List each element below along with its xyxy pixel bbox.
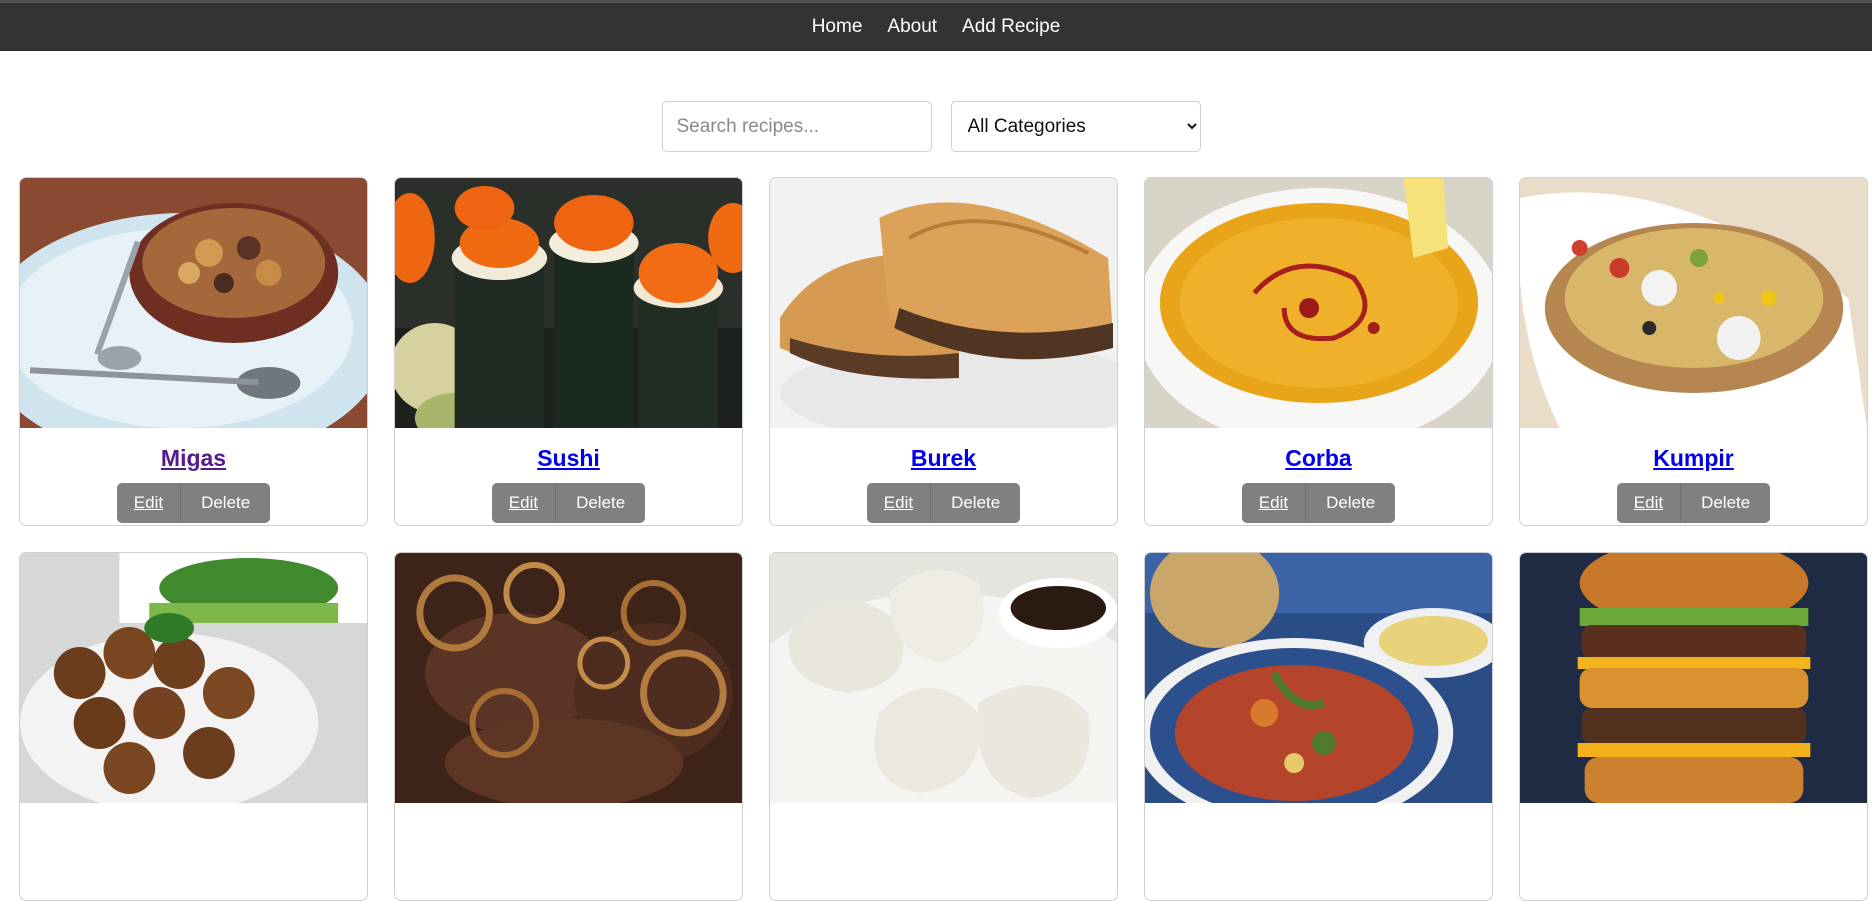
recipe-card: Corba Edit Delete	[1144, 177, 1493, 526]
recipe-card: Sushi Edit Delete	[394, 177, 743, 526]
recipe-title-link[interactable]: Corba	[1145, 445, 1492, 472]
search-input[interactable]	[661, 101, 932, 152]
edit-button[interactable]: Edit	[116, 483, 181, 523]
search-controls: All Categories	[0, 101, 1872, 152]
delete-button[interactable]: Delete	[1305, 483, 1396, 523]
recipe-card	[769, 552, 1118, 901]
edit-button[interactable]: Edit	[491, 483, 556, 523]
recipe-title-link[interactable]: Migas	[20, 445, 367, 472]
card-actions: Edit Delete	[20, 483, 367, 523]
recipe-image-burger[interactable]	[1520, 553, 1867, 803]
recipe-card: Migas Edit Delete	[19, 177, 368, 526]
recipe-title-link[interactable]: Kumpir	[1520, 445, 1867, 472]
recipe-card	[19, 552, 368, 901]
delete-button[interactable]: Delete	[180, 483, 271, 523]
top-navbar: Home About Add Recipe	[0, 0, 1872, 51]
recipe-card: Burek Edit Delete	[769, 177, 1118, 526]
edit-button[interactable]: Edit	[1241, 483, 1306, 523]
recipe-card	[1519, 552, 1868, 901]
recipe-image-migas[interactable]	[20, 178, 367, 428]
recipe-image-kumpir[interactable]	[1520, 178, 1867, 428]
recipe-title-link[interactable]: Burek	[770, 445, 1117, 472]
nav-add-recipe-link[interactable]: Add Recipe	[962, 16, 1060, 38]
card-actions: Edit Delete	[1145, 483, 1492, 523]
recipe-image-burek[interactable]	[770, 178, 1117, 428]
recipe-image-dumplings[interactable]	[770, 553, 1117, 803]
recipe-image-corba[interactable]	[1145, 178, 1492, 428]
recipe-title-link[interactable]: Sushi	[395, 445, 742, 472]
recipe-card	[394, 552, 743, 901]
nav-about-link[interactable]: About	[887, 16, 937, 38]
recipe-image-liver-onions[interactable]	[395, 553, 742, 803]
delete-button[interactable]: Delete	[930, 483, 1021, 523]
card-actions: Edit Delete	[395, 483, 742, 523]
nav-home-link[interactable]: Home	[812, 16, 863, 38]
edit-button[interactable]: Edit	[866, 483, 931, 523]
recipe-card: Kumpir Edit Delete	[1519, 177, 1868, 526]
card-actions: Edit Delete	[770, 483, 1117, 523]
recipe-image-stew-plate[interactable]	[1145, 553, 1492, 803]
edit-button[interactable]: Edit	[1616, 483, 1681, 523]
delete-button[interactable]: Delete	[1680, 483, 1771, 523]
recipe-image-sushi[interactable]	[395, 178, 742, 428]
card-actions: Edit Delete	[1520, 483, 1867, 523]
recipe-card	[1144, 552, 1493, 901]
category-select[interactable]: All Categories	[950, 101, 1201, 152]
recipe-image-falafel[interactable]	[20, 553, 367, 803]
delete-button[interactable]: Delete	[555, 483, 646, 523]
